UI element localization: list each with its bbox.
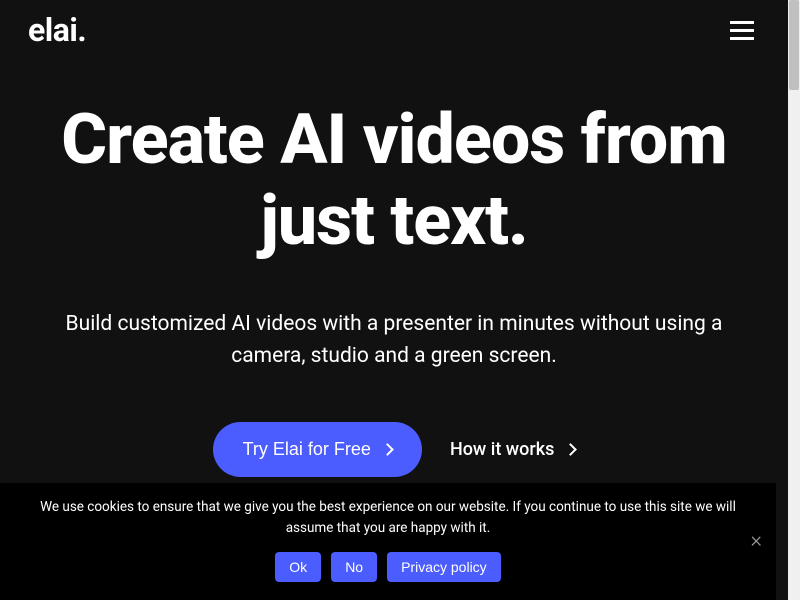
cta-row: Try Elai for Free How it works [40,422,748,477]
cookie-buttons: Ok No Privacy policy [24,552,752,582]
cookie-close-button[interactable]: × [750,530,762,552]
how-it-works-label: How it works [450,439,554,460]
try-free-button[interactable]: Try Elai for Free [213,422,422,477]
cookie-no-button[interactable]: No [331,552,377,582]
chevron-right-icon [381,443,394,456]
chevron-right-icon [565,443,578,456]
how-it-works-link[interactable]: How it works [450,439,575,460]
cookie-privacy-button[interactable]: Privacy policy [387,552,501,582]
scrollbar-track[interactable] [788,0,800,600]
cookie-banner: We use cookies to ensure that we give yo… [0,483,776,600]
try-free-label: Try Elai for Free [243,439,371,460]
hero-section: Create AI videos from just text. Build c… [0,100,788,477]
logo[interactable]: elai. [28,11,86,49]
hero-title: Create AI videos from just text. [40,100,748,261]
close-icon: × [750,528,762,553]
cookie-text: We use cookies to ensure that we give yo… [28,497,748,540]
cookie-ok-button[interactable]: Ok [275,552,321,582]
hero-subtitle: Build customized AI videos with a presen… [40,309,748,372]
scrollbar-thumb[interactable] [789,0,799,90]
hamburger-icon [730,21,754,24]
header: elai. [0,0,788,60]
menu-button[interactable] [724,15,760,46]
